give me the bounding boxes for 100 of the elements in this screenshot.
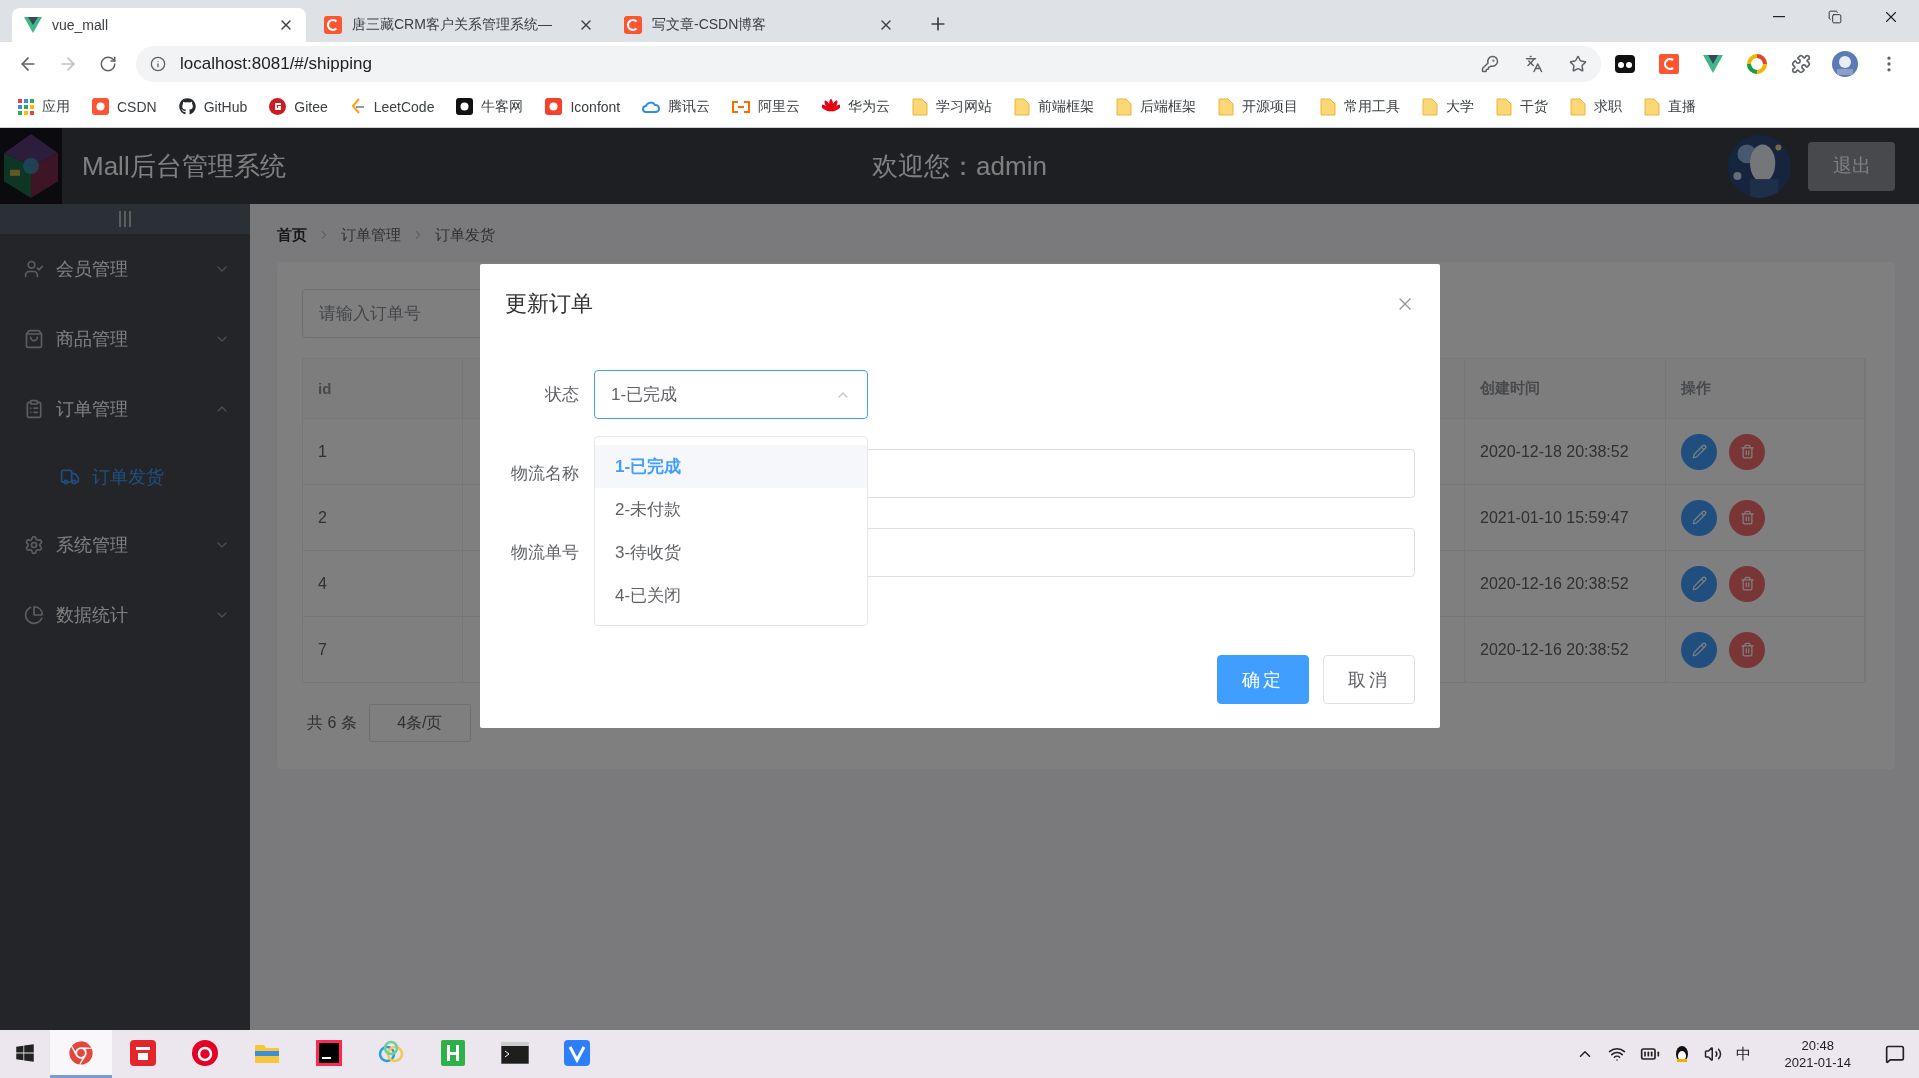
triangle-logo-icon (24, 17, 42, 33)
folder-icon (1320, 97, 1337, 116)
logo-icon (545, 98, 563, 115)
bookmark-folder[interactable]: 常用工具 (1320, 97, 1401, 116)
star-icon[interactable] (1569, 55, 1587, 73)
trash-icon (1739, 576, 1755, 591)
windows-icon (15, 1042, 35, 1063)
folder-icon (1644, 97, 1661, 116)
bookmark[interactable]: 华为云 (822, 97, 891, 116)
total-count: 共 6 条 (307, 712, 357, 733)
bookmark-folder[interactable]: 前端框架 (1014, 97, 1095, 116)
cancel-button[interactable]: 取消 (1323, 655, 1415, 704)
bookmark-folder[interactable]: 后端框架 (1116, 97, 1197, 116)
bookmark[interactable]: LeetCode (349, 98, 435, 115)
menu-item[interactable]: 订单管理 (0, 374, 250, 444)
edit-button[interactable] (1681, 565, 1717, 602)
bars-icon (118, 211, 132, 227)
tab-title: vue_mall (52, 17, 110, 33)
collapse-toggle[interactable] (0, 204, 250, 234)
dialog-title: 更新订单 (505, 290, 593, 318)
tab-title: 写文章-CSDN博客 (652, 16, 768, 34)
delete-button[interactable] (1729, 433, 1765, 470)
menu-label: 会员管理 (56, 258, 129, 281)
app-title: Mall后台管理系统 (82, 149, 286, 183)
folder-icon (1496, 97, 1513, 116)
breadcrumb-item[interactable]: 首页 (277, 225, 307, 245)
translate-icon[interactable] (1525, 55, 1543, 73)
bookmark[interactable]: CSDN (92, 98, 157, 115)
bookmark[interactable]: Iconfont (545, 98, 621, 115)
folder-icon (1570, 97, 1587, 116)
bookmark-folder[interactable]: 干货 (1496, 97, 1549, 116)
ide-icon (316, 1039, 342, 1066)
browser-tab[interactable]: 写文章-CSDN博客 (612, 8, 906, 42)
clipboard-icon (24, 399, 44, 419)
field-label: 状态 (544, 384, 579, 406)
info-icon (150, 56, 166, 72)
music-app-icon (192, 1039, 218, 1066)
pencil-icon (1691, 642, 1707, 657)
clock[interactable]: 20:48 2021-01-14 (1764, 1037, 1871, 1071)
gear-icon (24, 535, 44, 555)
folder-icon (912, 97, 929, 116)
trash-icon (1739, 444, 1755, 459)
bookmark-folder[interactable]: 直播 (1644, 97, 1697, 116)
key-icon[interactable] (1481, 55, 1499, 73)
input-method-indicator[interactable]: 中 (1735, 1044, 1751, 1064)
menu-item[interactable]: 系统管理 (0, 510, 250, 580)
logo-icon (456, 98, 474, 115)
c-logo-icon (624, 16, 642, 34)
menu-item[interactable]: 会员管理 (0, 234, 250, 304)
bookmark-folder[interactable]: 求职 (1570, 97, 1623, 116)
delete-button[interactable] (1729, 565, 1765, 602)
terminal-icon (501, 1041, 529, 1064)
browser-tab[interactable]: vue_mall (12, 8, 306, 42)
field-label: 物流单号 (510, 542, 579, 564)
tab-title: 唐三藏CRM客户关系管理系统— (352, 16, 553, 34)
menu-item[interactable]: 商品管理 (0, 304, 250, 374)
table-cell: 7 (303, 617, 463, 682)
bookmark[interactable]: 牛客网 (456, 97, 524, 116)
menu-label: 数据统计 (56, 604, 129, 627)
delete-button[interactable] (1729, 631, 1765, 668)
bookmark[interactable]: GitHub (178, 98, 248, 115)
bookmark[interactable]: 应用 (18, 97, 70, 116)
notification-icon[interactable] (1885, 1044, 1905, 1064)
bookmark[interactable]: Gitee (269, 98, 328, 115)
field-label: 物流名称 (510, 463, 579, 485)
cloud-icon (642, 99, 661, 114)
edit-button[interactable] (1681, 433, 1717, 470)
bookmark-folder[interactable]: 大学 (1422, 97, 1475, 116)
penguin-icon[interactable] (1673, 1045, 1690, 1063)
chevron-logo-icon (349, 98, 366, 115)
breadcrumb-item: 订单发货 (435, 225, 495, 245)
bookmark[interactable]: 阿里云 (732, 97, 801, 116)
address-bar[interactable]: localhost:8081/#/shipping (136, 46, 1601, 82)
browser-tab[interactable]: 唐三藏CRM客户关系管理系统— (312, 8, 606, 42)
breadcrumb-item: 订单管理 (341, 225, 401, 245)
welcome-text: 欢迎您：admin (872, 149, 1047, 183)
pie-chart-icon (24, 605, 44, 625)
delete-button[interactable] (1729, 499, 1765, 536)
wifi-icon[interactable] (1607, 1045, 1626, 1063)
edit-button[interactable] (1681, 631, 1717, 668)
table-cell: 2020-12-16 20:38:52 (1465, 617, 1666, 682)
folder-icon (1014, 97, 1031, 116)
app-icon (130, 1039, 156, 1066)
bookmark[interactable]: 腾讯云 (642, 97, 711, 116)
app-icon (564, 1039, 590, 1066)
menu-label: 系统管理 (56, 534, 129, 557)
reload-icon (99, 55, 117, 73)
volume-icon[interactable] (1703, 1045, 1722, 1063)
trash-icon (1739, 510, 1755, 525)
pencil-icon (1691, 576, 1707, 591)
restore-icon (1828, 10, 1842, 24)
bookmark-folder[interactable]: 学习网站 (912, 97, 993, 116)
bookmark-folder[interactable]: 开源项目 (1218, 97, 1299, 116)
edit-button[interactable] (1681, 499, 1717, 536)
status-select[interactable]: 1-已完成 (594, 370, 868, 419)
c-logo-icon (324, 16, 342, 34)
menu-item[interactable]: 数据统计 (0, 580, 250, 650)
folder-icon (1116, 97, 1133, 116)
trash-icon (1739, 642, 1755, 657)
menu-label: 订单管理 (56, 398, 129, 421)
